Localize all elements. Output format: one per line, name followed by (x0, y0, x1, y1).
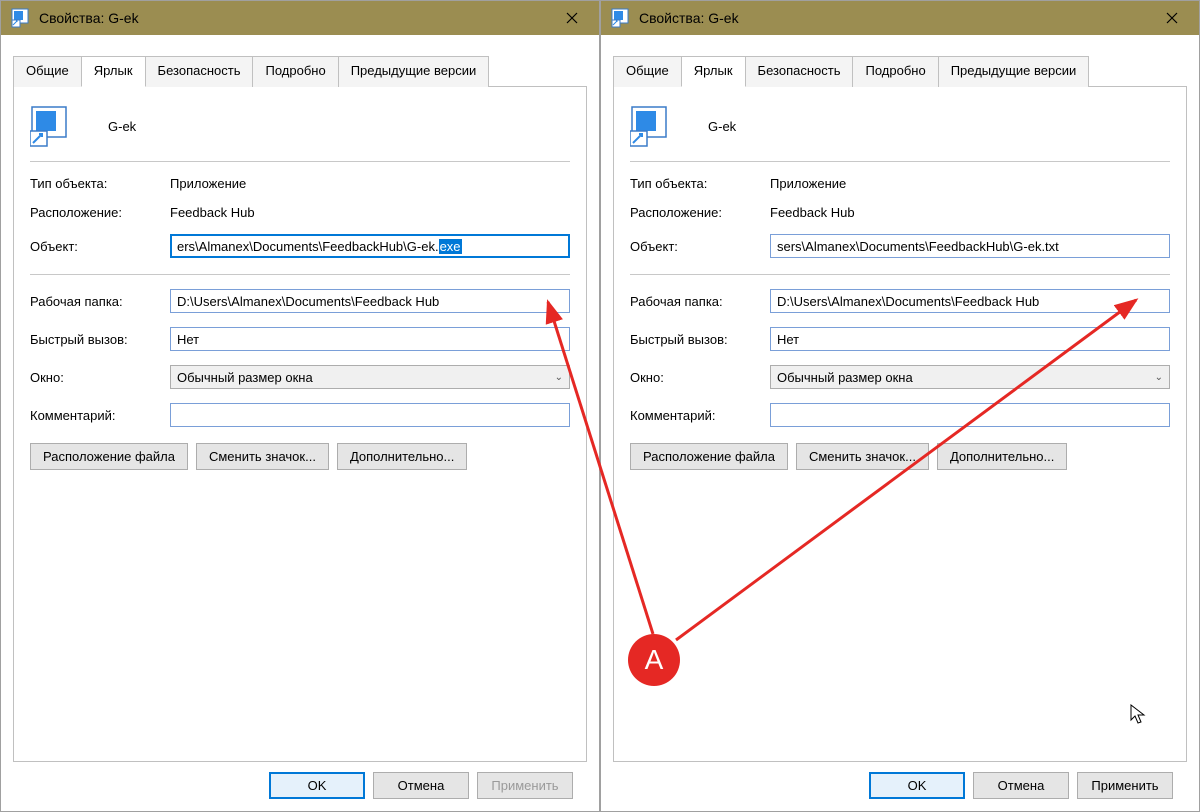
close-button[interactable] (1149, 2, 1195, 34)
window-select-value: Обычный размер окна (177, 370, 313, 385)
tab-strip: Общие Ярлык Безопасность Подробно Предыд… (13, 55, 587, 87)
tab-shortcut[interactable]: Ярлык (681, 56, 746, 87)
target-text: ers\Almanex\Documents\FeedbackHub\G-ek. (177, 239, 439, 254)
properties-dialog-right: Свойства: G-ek Общие Ярлык Безопасность … (600, 0, 1200, 812)
shortcut-label: Быстрый вызов: (30, 332, 170, 347)
chevron-down-icon: ⌄ (1155, 372, 1163, 383)
chevron-down-icon: ⌄ (555, 372, 563, 383)
type-value: Приложение (170, 176, 246, 191)
target-input[interactable] (770, 234, 1170, 258)
tab-shortcut[interactable]: Ярлык (81, 56, 146, 87)
tab-security[interactable]: Безопасность (145, 56, 254, 87)
tab-strip: Общие Ярлык Безопасность Подробно Предыд… (613, 55, 1187, 87)
dialog-body: Общие Ярлык Безопасность Подробно Предыд… (601, 35, 1199, 811)
close-icon (1166, 12, 1178, 24)
comment-input[interactable] (770, 403, 1170, 427)
tab-general[interactable]: Общие (13, 56, 82, 87)
advanced-button[interactable]: Дополнительно... (337, 443, 467, 470)
open-file-location-button[interactable]: Расположение файла (30, 443, 188, 470)
tab-previous[interactable]: Предыдущие версии (338, 56, 490, 87)
tab-details[interactable]: Подробно (252, 56, 338, 87)
window-icon (611, 8, 631, 28)
workdir-label: Рабочая папка: (30, 294, 170, 309)
workdir-label: Рабочая папка: (630, 294, 770, 309)
shortcut-label: Быстрый вызов: (630, 332, 770, 347)
type-value: Приложение (770, 176, 846, 191)
tab-details[interactable]: Подробно (852, 56, 938, 87)
tab-previous[interactable]: Предыдущие версии (938, 56, 1090, 87)
change-icon-button[interactable]: Сменить значок... (196, 443, 329, 470)
tab-content: G-ek Тип объекта: Приложение Расположени… (13, 87, 587, 762)
window-label: Окно: (30, 370, 170, 385)
close-button[interactable] (549, 2, 595, 34)
comment-input[interactable] (170, 403, 570, 427)
app-name: G-ek (708, 119, 736, 134)
type-label: Тип объекта: (30, 176, 170, 191)
open-file-location-button[interactable]: Расположение файла (630, 443, 788, 470)
window-title: Свойства: G-ek (39, 10, 549, 26)
titlebar[interactable]: Свойства: G-ek (1, 1, 599, 35)
location-label: Расположение: (630, 205, 770, 220)
apply-button[interactable]: Применить (1077, 772, 1173, 799)
cancel-button[interactable]: Отмена (973, 772, 1069, 799)
target-ext-selected: exe (439, 239, 462, 254)
close-icon (566, 12, 578, 24)
titlebar[interactable]: Свойства: G-ek (601, 1, 1199, 35)
window-select-value: Обычный размер окна (777, 370, 913, 385)
shortcut-app-icon (630, 105, 672, 147)
window-icon (11, 8, 31, 28)
location-value: Feedback Hub (170, 205, 255, 220)
tab-security[interactable]: Безопасность (745, 56, 854, 87)
window-title: Свойства: G-ek (639, 10, 1149, 26)
location-label: Расположение: (30, 205, 170, 220)
dialog-footer: OK Отмена Применить (613, 762, 1187, 811)
workdir-input[interactable] (770, 289, 1170, 313)
target-label: Объект: (630, 239, 770, 254)
location-value: Feedback Hub (770, 205, 855, 220)
type-label: Тип объекта: (630, 176, 770, 191)
app-name: G-ek (108, 119, 136, 134)
shortcut-input[interactable] (770, 327, 1170, 351)
window-label: Окно: (630, 370, 770, 385)
target-input[interactable]: ers\Almanex\Documents\FeedbackHub\G-ek.e… (170, 234, 570, 258)
ok-button[interactable]: OK (269, 772, 365, 799)
target-label: Объект: (30, 239, 170, 254)
shortcut-input[interactable] (170, 327, 570, 351)
tab-general[interactable]: Общие (613, 56, 682, 87)
workdir-input[interactable] (170, 289, 570, 313)
advanced-button[interactable]: Дополнительно... (937, 443, 1067, 470)
window-select[interactable]: Обычный размер окна ⌄ (170, 365, 570, 389)
window-select[interactable]: Обычный размер окна ⌄ (770, 365, 1170, 389)
properties-dialog-left: Свойства: G-ek Общие Ярлык Безопасность … (0, 0, 600, 812)
dialog-footer: OK Отмена Применить (13, 762, 587, 811)
change-icon-button[interactable]: Сменить значок... (796, 443, 929, 470)
comment-label: Комментарий: (630, 408, 770, 423)
ok-button[interactable]: OK (869, 772, 965, 799)
comment-label: Комментарий: (30, 408, 170, 423)
dialog-body: Общие Ярлык Безопасность Подробно Предыд… (1, 35, 599, 811)
shortcut-app-icon (30, 105, 72, 147)
cancel-button[interactable]: Отмена (373, 772, 469, 799)
apply-button[interactable]: Применить (477, 772, 573, 799)
tab-content: G-ek Тип объекта: Приложение Расположени… (613, 87, 1187, 762)
